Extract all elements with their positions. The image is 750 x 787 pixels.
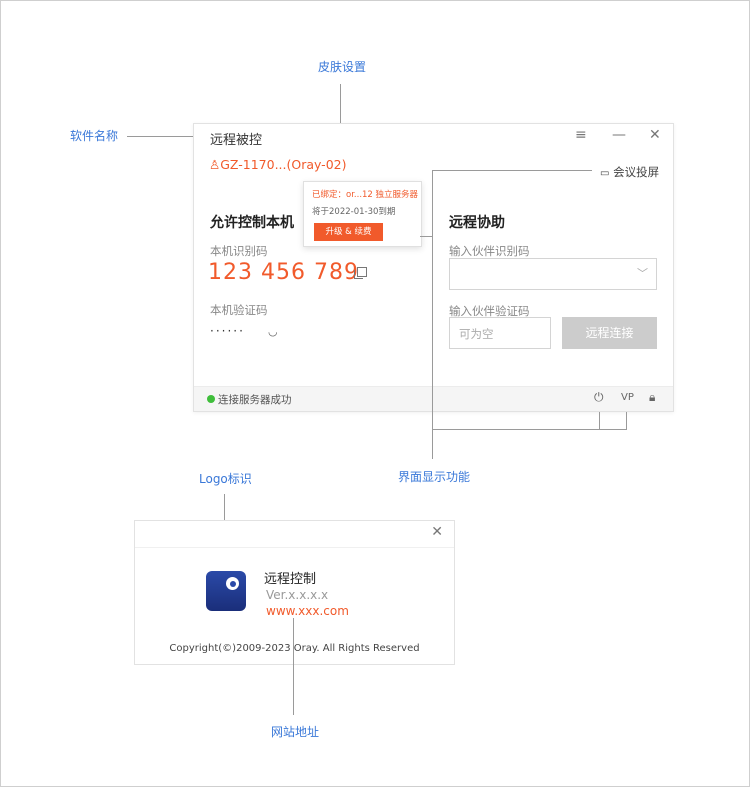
annotation-website: 网站地址 bbox=[271, 725, 320, 739]
user-account[interactable]: ♙GZ-1170...(Oray-02) bbox=[209, 157, 346, 172]
chevron-down-icon: ﹀ bbox=[637, 267, 648, 280]
skin-popup: 已绑定：or...12 独立服务器 将于2022-01-30到期 升级 & 续费 bbox=[303, 181, 422, 247]
vpn-icon[interactable]: VP bbox=[621, 392, 634, 403]
local-code-label: 本机识别码 bbox=[210, 244, 268, 258]
about-copyright: Copyright(©)2009-2023 Oray. All Rights R… bbox=[169, 643, 420, 654]
app-logo bbox=[206, 571, 246, 611]
about-dialog: ✕ 远程控制 Ver.x.x.x.x www.xxx.com Copyright… bbox=[134, 520, 455, 665]
close-icon[interactable]: ✕ bbox=[431, 524, 443, 540]
leader-line-ui-7 bbox=[432, 429, 433, 459]
lock-icon[interactable]: 🔒︎ bbox=[649, 390, 655, 405]
status-indicator bbox=[207, 395, 215, 403]
copy-icon[interactable] bbox=[354, 267, 367, 279]
meeting-cast-button[interactable]: ▭ 会议投屏 bbox=[600, 164, 659, 180]
about-app-name: 远程控制 bbox=[264, 572, 317, 587]
leader-line-ui-4 bbox=[599, 412, 600, 430]
annotation-logo: Logo标识 bbox=[199, 472, 252, 486]
expire-text: 将于2022-01-30到期 bbox=[312, 207, 396, 217]
remote-assist-title: 远程协助 bbox=[449, 215, 505, 231]
allow-control-title: 允许控制本机 bbox=[210, 215, 294, 231]
leader-line-website bbox=[293, 618, 294, 715]
partner-code-label: 输入伙伴识别码 bbox=[449, 244, 530, 258]
annotation-ui-functions: 界面显示功能 bbox=[398, 470, 471, 484]
menu-icon[interactable]: ≡ bbox=[575, 127, 587, 143]
annotation-skin: 皮肤设置 bbox=[318, 60, 367, 74]
remote-connect-button[interactable]: 远程连接 bbox=[562, 317, 657, 349]
local-verify-label: 本机验证码 bbox=[210, 303, 268, 317]
close-icon[interactable]: ✕ bbox=[649, 127, 661, 143]
leader-line-ui-5 bbox=[626, 412, 627, 430]
remote-controlled-window: 远程被控 ≡ — ✕ ♙GZ-1170...(Oray-02) ▭ 会议投屏 允… bbox=[193, 123, 674, 412]
partner-verify-placeholder: 可为空 bbox=[459, 327, 494, 341]
about-version: Ver.x.x.x.x bbox=[266, 588, 329, 602]
monitor-icon: ▭ bbox=[600, 168, 610, 179]
leader-line-ui-6 bbox=[432, 429, 627, 430]
window-title: 远程被控 bbox=[210, 133, 263, 148]
status-text: 连接服务器成功 bbox=[218, 394, 292, 406]
status-bar: 连接服务器成功 ⏻ VP 🔒︎ bbox=[194, 386, 673, 411]
eye-closed-icon[interactable]: ◡ bbox=[268, 325, 278, 338]
minimize-icon[interactable]: — bbox=[612, 127, 626, 143]
about-website-link[interactable]: www.xxx.com bbox=[266, 604, 349, 618]
power-icon[interactable]: ⏻ bbox=[594, 390, 604, 405]
about-dialog-header: ✕ bbox=[135, 521, 454, 548]
partner-verify-input[interactable]: 可为空 bbox=[449, 317, 551, 349]
upgrade-renew-button[interactable]: 升级 & 续费 bbox=[314, 223, 383, 241]
local-verify-value: ······ bbox=[210, 324, 245, 338]
leader-line-ui-1 bbox=[420, 236, 432, 237]
meeting-cast-label: 会议投屏 bbox=[613, 165, 660, 179]
leader-line-ui-3 bbox=[432, 170, 592, 171]
annotation-software-name: 软件名称 bbox=[70, 129, 119, 143]
bound-server-text: 已绑定：or...12 独立服务器 bbox=[312, 190, 419, 200]
local-code-value: 123 456 789 bbox=[208, 260, 359, 285]
leader-line-ui-2 bbox=[432, 170, 433, 430]
user-icon: ♙ bbox=[209, 157, 221, 172]
user-id-text: GZ-1170...(Oray-02) bbox=[220, 157, 347, 172]
partner-code-select[interactable]: ﹀ bbox=[449, 258, 657, 290]
